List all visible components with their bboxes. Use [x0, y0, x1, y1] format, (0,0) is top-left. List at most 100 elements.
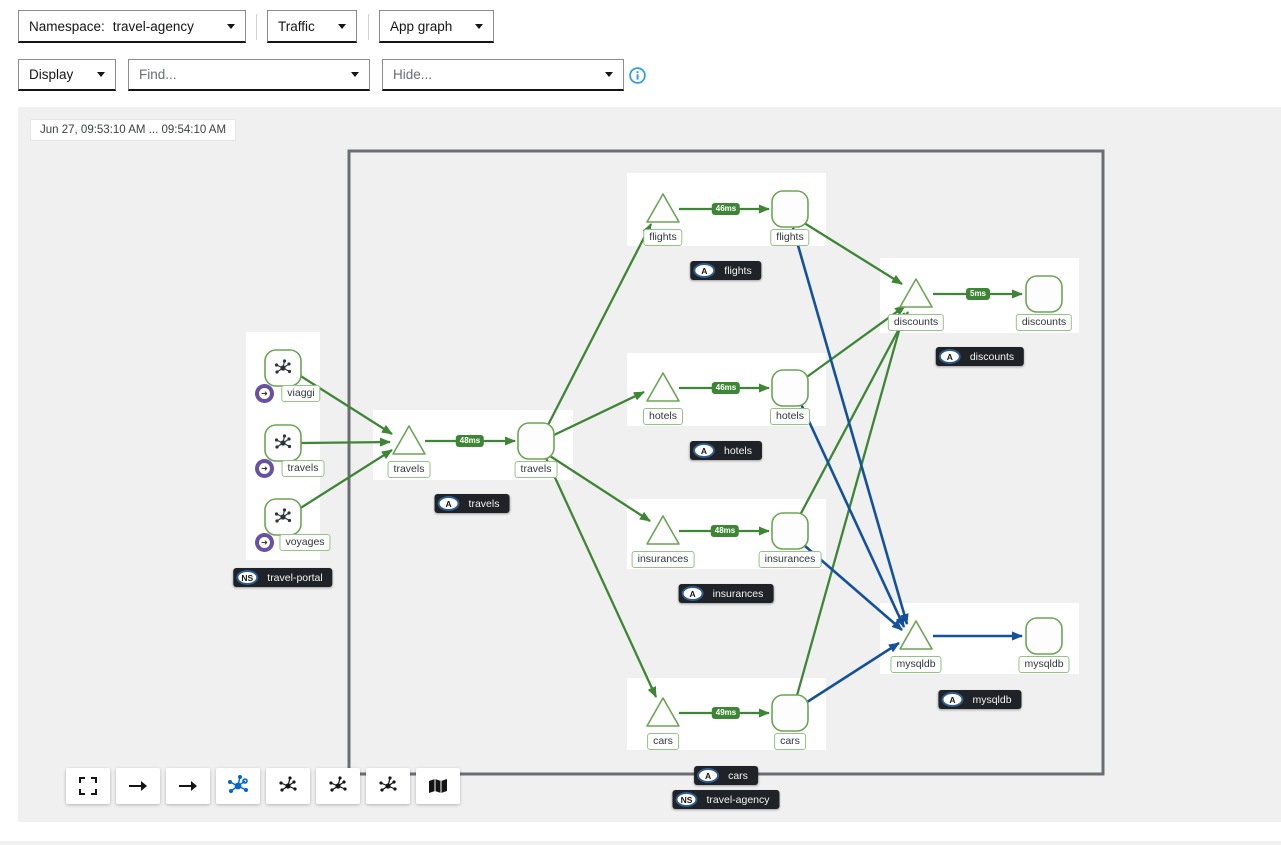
app-label-hotels[interactable]: hotels: [770, 408, 810, 425]
workload-label-travels[interactable]: travels: [282, 460, 325, 477]
display-label: Display: [29, 67, 73, 82]
edge-flights-discounts[interactable]: [801, 221, 902, 284]
app-badge-text: cars: [728, 770, 748, 782]
graph-type-label: App graph: [390, 19, 452, 34]
app-node-discounts[interactable]: [1026, 276, 1062, 312]
namespace-select[interactable]: Namespace: travel-agency: [18, 10, 246, 43]
app-label-cars[interactable]: cars: [774, 733, 806, 750]
app-badge-icon: A: [941, 692, 963, 707]
app-node-travels[interactable]: [518, 423, 554, 459]
arrow-tool-button-2[interactable]: [166, 768, 210, 804]
chevron-down-icon: [475, 24, 483, 29]
service-label-discounts[interactable]: discounts: [888, 314, 944, 331]
graph-layout-icon: [378, 776, 398, 796]
layout-button-4[interactable]: [366, 768, 410, 804]
traffic-source-icon: ➜: [255, 459, 274, 478]
app-badge-travels[interactable]: Atravels: [435, 494, 510, 513]
app-node-hotels[interactable]: [772, 370, 808, 406]
edge-travels-wl-travels[interactable]: [301, 442, 390, 443]
minimap-toggle-button[interactable]: [416, 768, 460, 804]
graph-layout-icon: [328, 776, 348, 796]
app-badge-text: discounts: [970, 351, 1014, 363]
zoom-to-fit-button[interactable]: [66, 768, 110, 804]
edge-label-hotels[interactable]: 46ms: [712, 382, 740, 394]
namespace-badge-travel-agency[interactable]: NS travel-agency: [672, 790, 779, 809]
layout-button-active[interactable]: [216, 768, 260, 804]
app-node-flights[interactable]: [772, 191, 808, 227]
chevron-down-icon: [227, 24, 235, 29]
app-badge-icon: A: [939, 349, 961, 364]
chevron-down-icon[interactable]: [605, 72, 613, 77]
app-badge-text: travels: [469, 498, 500, 510]
edge-label-travels[interactable]: 48ms: [456, 435, 484, 447]
find-input[interactable]: [129, 60, 347, 89]
app-badge-hotels[interactable]: Ahotels: [690, 441, 762, 460]
app-badge-icon: A: [693, 443, 715, 458]
arrow-right-icon: [128, 780, 148, 792]
divider: [368, 14, 369, 40]
layout-button-2[interactable]: [266, 768, 310, 804]
find-input-group: [128, 59, 370, 91]
app-badge-text: insurances: [713, 588, 764, 600]
ns-badge-icon: NS: [236, 570, 258, 585]
app-badge-cars[interactable]: Acars: [694, 766, 758, 785]
app-label-flights[interactable]: flights: [770, 229, 809, 246]
service-label-flights[interactable]: flights: [643, 229, 682, 246]
app-badge-discounts[interactable]: Adiscounts: [936, 347, 1024, 366]
app-badge-insurances[interactable]: Ainsurances: [679, 584, 774, 603]
edge-label-discounts[interactable]: 5ms: [966, 288, 990, 300]
app-badge-text: flights: [724, 265, 751, 277]
graph-canvas[interactable]: Jun 27, 09:53:10 AM ... 09:54:10 AM flig…: [18, 107, 1281, 822]
app-label-discounts[interactable]: discounts: [1016, 314, 1072, 331]
info-icon[interactable]: [629, 67, 646, 84]
app-node-cars[interactable]: [772, 695, 808, 731]
arrow-tool-button-1[interactable]: [116, 768, 160, 804]
workload-label-voyages[interactable]: voyages: [279, 534, 330, 551]
ns-badge-text: travel-agency: [706, 794, 769, 806]
service-label-mysqldb[interactable]: mysqldb: [890, 656, 941, 673]
namespace-value: travel-agency: [113, 19, 194, 34]
hide-input-group: [382, 59, 624, 91]
display-dropdown[interactable]: Display: [18, 59, 116, 91]
service-label-insurances[interactable]: insurances: [632, 551, 695, 568]
edge-label-insurances[interactable]: 48ms: [711, 525, 739, 537]
namespace-badge-travel-portal[interactable]: NS travel-portal: [233, 568, 332, 587]
ns-badge-text: travel-portal: [267, 572, 322, 584]
app-badge-icon: A: [682, 586, 704, 601]
graph-type-dropdown[interactable]: App graph: [379, 10, 494, 43]
workload-label-viaggi[interactable]: viaggi: [281, 385, 320, 402]
page-bottom-divider: [0, 841, 1281, 845]
service-label-hotels[interactable]: hotels: [643, 408, 683, 425]
graph-layout-icon: [227, 775, 249, 797]
hide-input[interactable]: [383, 60, 601, 89]
app-label-mysqldb[interactable]: mysqldb: [1018, 656, 1069, 673]
traffic-label: Traffic: [278, 19, 315, 34]
edge-travels-insurances[interactable]: [550, 456, 650, 521]
graph-layout-icon: [278, 776, 298, 796]
service-label-cars[interactable]: cars: [647, 733, 679, 750]
traffic-source-icon: ➜: [255, 533, 274, 552]
layout-button-3[interactable]: [316, 768, 360, 804]
traffic-source-icon: ➜: [255, 384, 274, 403]
service-label-travels[interactable]: travels: [388, 461, 431, 478]
chevron-down-icon: [97, 72, 105, 77]
app-label-travels[interactable]: travels: [515, 461, 558, 478]
chevron-down-icon: [338, 24, 346, 29]
app-badge-icon: A: [697, 768, 719, 783]
app-badge-text: hotels: [724, 445, 752, 457]
app-badge-mysqldb[interactable]: Amysqldb: [938, 690, 1021, 709]
edge-label-flights[interactable]: 46ms: [712, 203, 740, 215]
app-badge-flights[interactable]: Aflights: [690, 261, 761, 280]
time-range-label: Jun 27, 09:53:10 AM ... 09:54:10 AM: [30, 119, 236, 141]
traffic-dropdown[interactable]: Traffic: [267, 10, 357, 43]
chevron-down-icon[interactable]: [351, 72, 359, 77]
ns-badge-icon: NS: [675, 792, 697, 807]
app-node-mysqldb[interactable]: [1026, 618, 1062, 654]
app-label-insurances[interactable]: insurances: [759, 551, 822, 568]
edge-travels-cars[interactable]: [546, 458, 656, 697]
edge-label-cars[interactable]: 49ms: [712, 707, 740, 719]
app-badge-text: mysqldb: [972, 694, 1011, 706]
app-node-insurances[interactable]: [772, 513, 808, 549]
namespace-label: Namespace:: [29, 19, 105, 34]
divider: [256, 14, 257, 40]
